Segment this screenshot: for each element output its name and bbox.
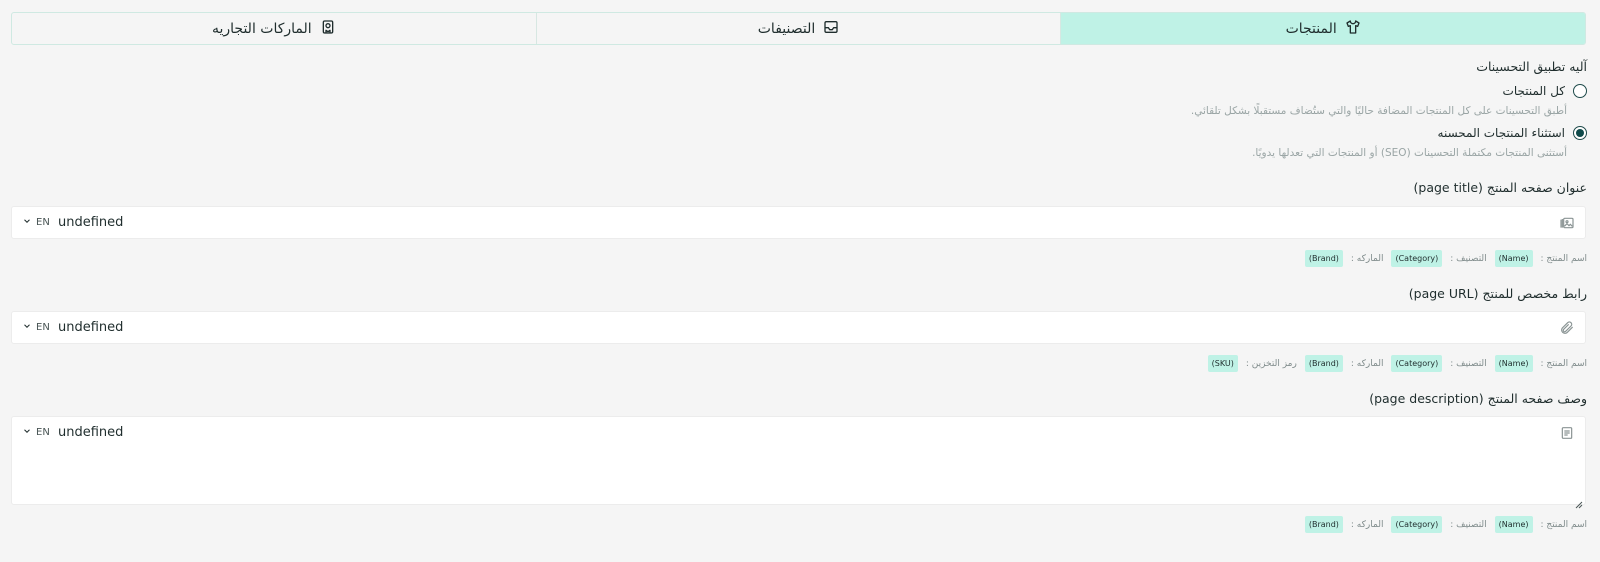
placeholder-chips: اسم المنتج : (Name) التصنيف : (Category)… — [1304, 516, 1587, 533]
chip-brand[interactable]: (Brand) — [1304, 355, 1343, 372]
shirt-icon — [1345, 19, 1361, 39]
chip-label: اسم المنتج : — [1540, 358, 1587, 369]
document-icon — [1559, 425, 1575, 441]
resize-handle[interactable] — [1575, 494, 1583, 509]
paperclip-icon — [1559, 320, 1575, 336]
language-code: EN — [36, 427, 50, 438]
chip-label: الماركه : — [1350, 519, 1384, 530]
helper-text: أطبق التحسينات على كل المنتجات المضافة ح… — [1190, 105, 1567, 117]
tab-label: التصنيفات — [757, 20, 816, 37]
chevron-down-icon — [22, 321, 32, 334]
chip-category[interactable]: (Category) — [1391, 355, 1443, 372]
page-url-label: رابط مخصص للمنتج (page URL) — [1408, 286, 1587, 301]
tab-label: المنتجات — [1285, 20, 1337, 37]
tab-label: الماركات التجاريه — [211, 20, 312, 37]
page-description-textarea[interactable]: EN undefined — [11, 416, 1586, 509]
placeholder-chips: اسم المنتج : (Name) التصنيف : (Category)… — [1207, 355, 1587, 372]
radio-button[interactable] — [1573, 84, 1587, 98]
radio-all-products[interactable]: كل المنتجات — [1503, 84, 1587, 98]
chip-label: التصنيف : — [1450, 519, 1487, 530]
tab-products[interactable]: المنتجات — [1060, 13, 1585, 44]
radio-label: استثناء المنتجات المحسنه — [1437, 126, 1565, 140]
chip-brand[interactable]: (Brand) — [1304, 250, 1343, 267]
chip-label: الماركه : — [1350, 253, 1384, 264]
tab-brands[interactable]: الماركات التجاريه — [12, 13, 536, 44]
image-gallery-icon — [1559, 215, 1575, 231]
badge-icon — [320, 19, 336, 39]
field-value: undefined — [58, 320, 124, 335]
chip-label: التصنيف : — [1450, 358, 1487, 369]
radio-label: كل المنتجات — [1502, 84, 1565, 98]
chip-name[interactable]: (Name) — [1494, 250, 1533, 267]
radio-button-checked[interactable] — [1573, 126, 1587, 140]
page-title-label: عنوان صفحه المنتج (page title) — [1413, 180, 1588, 195]
chip-label: الماركه : — [1350, 358, 1384, 369]
chip-label: رمز التخزين : — [1245, 358, 1297, 369]
chevron-down-icon — [22, 216, 32, 229]
tab-bar: المنتجات التصنيفات الماركات التجاريه — [11, 12, 1586, 45]
helper-text: أستثنى المنتجات مكتملة التحسينات (SEO) أ… — [1252, 147, 1567, 159]
chip-name[interactable]: (Name) — [1494, 355, 1533, 372]
chip-name[interactable]: (Name) — [1494, 516, 1533, 533]
placeholder-chips: اسم المنتج : (Name) التصنيف : (Category)… — [1304, 250, 1587, 267]
chip-label: اسم المنتج : — [1540, 519, 1587, 530]
chevron-down-icon — [22, 426, 32, 439]
language-selector[interactable]: EN — [22, 321, 50, 334]
chip-brand[interactable]: (Brand) — [1304, 516, 1343, 533]
language-code: EN — [36, 217, 50, 228]
chip-label: التصنيف : — [1450, 253, 1487, 264]
chip-label: اسم المنتج : — [1540, 253, 1587, 264]
mechanism-title: آليه تطبيق التحسينات — [1476, 59, 1587, 74]
field-value: undefined — [58, 215, 124, 230]
chip-sku[interactable]: (SKU) — [1207, 355, 1238, 372]
language-code: EN — [36, 322, 50, 333]
language-selector[interactable]: EN — [22, 216, 50, 229]
inbox-icon — [823, 19, 839, 39]
page-title-input[interactable]: EN undefined — [11, 206, 1586, 239]
chip-category[interactable]: (Category) — [1391, 250, 1443, 267]
tab-categories[interactable]: التصنيفات — [535, 13, 1061, 44]
radio-exclude-optimized[interactable]: استثناء المنتجات المحسنه — [1438, 126, 1587, 140]
page-description-label: وصف صفحه المنتج (page description) — [1369, 391, 1587, 406]
chip-category[interactable]: (Category) — [1391, 516, 1443, 533]
field-value: undefined — [58, 425, 124, 440]
page-url-input[interactable]: EN undefined — [11, 311, 1586, 344]
language-selector[interactable]: EN — [22, 426, 50, 439]
